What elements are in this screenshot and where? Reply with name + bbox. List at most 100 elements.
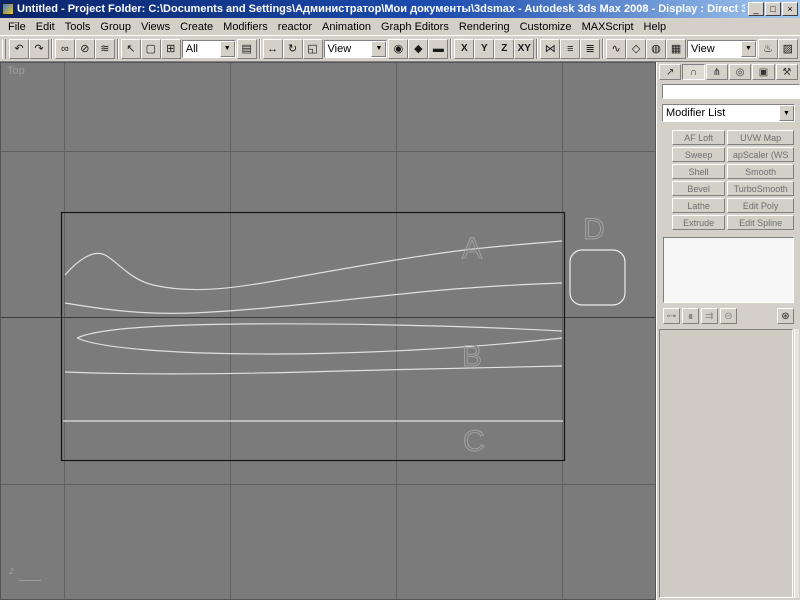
unlink-icon: ⊘: [80, 42, 89, 55]
menu-tools[interactable]: Tools: [60, 20, 96, 34]
viewport-label[interactable]: Top: [7, 65, 25, 77]
viewport-top[interactable]: A B C D Top z: [0, 62, 656, 600]
select-and-move-button[interactable]: ↔: [263, 39, 283, 59]
selection-filter-dropdown[interactable]: All ▼: [182, 40, 236, 58]
material-editor-button[interactable]: ◍: [646, 39, 666, 59]
maximize-button[interactable]: □: [765, 2, 781, 16]
menu-edit[interactable]: Edit: [31, 20, 60, 34]
axis-y-button[interactable]: Y: [474, 39, 494, 59]
main-toolbar: ↶ ↷ ∞ ⊘ ≋ ↖ ▢ ⊞ All ▼ ▤ ↔ ↻ ◱ View ▼ ◉ ◆…: [0, 35, 800, 62]
tab-modify[interactable]: ∩: [682, 64, 704, 80]
3dsmax-window: Untitled - Project Folder: C:\Documents …: [0, 0, 800, 600]
modifier-stack-list[interactable]: [663, 237, 794, 303]
create-tab-icon: ↗: [666, 67, 674, 78]
layers-icon: ≣: [586, 42, 595, 55]
configure-modifier-sets-button[interactable]: ⊛: [777, 308, 794, 324]
tab-create[interactable]: ↗: [659, 64, 681, 80]
axis-z-button[interactable]: Z: [494, 39, 514, 59]
selection-region-button[interactable]: ▢: [141, 39, 161, 59]
object-name-field[interactable]: [662, 84, 800, 99]
curve-editor-button[interactable]: ∿: [606, 39, 626, 59]
menu-file[interactable]: File: [3, 20, 31, 34]
modifier-button-bevel[interactable]: Bevel: [672, 181, 725, 196]
menu-reactor[interactable]: reactor: [273, 20, 317, 34]
unlink-selection-button[interactable]: ⊘: [75, 39, 95, 59]
modifier-button-edit-poly[interactable]: Edit Poly: [727, 198, 794, 213]
motion-tab-icon: ◎: [736, 67, 745, 78]
undo-button[interactable]: ↶: [9, 39, 29, 59]
toolbar-handle[interactable]: [2, 39, 6, 59]
axis-xy-button[interactable]: XY: [514, 39, 534, 59]
menu-rendering[interactable]: Rendering: [454, 20, 515, 34]
schematic-view-button[interactable]: ◇: [626, 39, 646, 59]
render-last-button[interactable]: ▨: [778, 39, 798, 59]
modifier-button-turbosmooth[interactable]: TurboSmooth: [727, 181, 794, 196]
layer-manager-button[interactable]: ≣: [580, 39, 600, 59]
redo-button[interactable]: ↷: [29, 39, 49, 59]
coordinate-system-dropdown[interactable]: View ▼: [324, 40, 388, 58]
modifier-stack-toolbar: ⊶ ∎ ⇉ ⊖ ⊛: [657, 305, 800, 327]
close-button[interactable]: ×: [782, 2, 798, 16]
minimize-button[interactable]: _: [748, 2, 764, 16]
modifier-button-extrude[interactable]: Extrude: [672, 215, 725, 230]
tab-hierarchy[interactable]: ⋔: [706, 64, 728, 80]
tab-utilities[interactable]: ⚒: [776, 64, 798, 80]
select-by-name-icon: ▤: [241, 42, 251, 55]
spline-rounded-square-d: [570, 250, 625, 305]
align-button[interactable]: ≡: [560, 39, 580, 59]
menu-views[interactable]: Views: [136, 20, 175, 34]
remove-modifier-button[interactable]: ⊖: [720, 308, 737, 324]
pin-stack-icon: ⊶: [667, 311, 677, 322]
use-pivot-center-button[interactable]: ◉: [388, 39, 408, 59]
show-end-result-button[interactable]: ∎: [682, 308, 699, 324]
modifier-list-dropdown[interactable]: Modifier List ▼: [662, 104, 795, 122]
modifier-button-sweep[interactable]: Sweep: [672, 147, 725, 162]
command-panel-tabs: ↗ ∩ ⋔ ◎ ▣ ⚒: [657, 62, 800, 81]
render-setup-button[interactable]: ▦: [666, 39, 686, 59]
titlebar: Untitled - Project Folder: C:\Documents …: [0, 0, 800, 18]
menu-maxscript[interactable]: MAXScript: [577, 20, 639, 34]
keyboard-override-button[interactable]: ▬: [428, 39, 448, 59]
modifier-button-set: AF Loft UVW Map Sweep apScaler (WS Shell…: [672, 130, 794, 230]
modifier-button-uvw-map[interactable]: UVW Map: [727, 130, 794, 145]
select-and-scale-button[interactable]: ◱: [303, 39, 323, 59]
tab-display[interactable]: ▣: [752, 64, 774, 80]
mirror-button[interactable]: ⋈: [540, 39, 560, 59]
menu-modifiers[interactable]: Modifiers: [218, 20, 273, 34]
pin-stack-button[interactable]: ⊶: [663, 308, 680, 324]
modify-tab-icon: ∩: [690, 67, 697, 78]
render-type-dropdown[interactable]: View ▼: [687, 40, 757, 58]
select-and-link-button[interactable]: ∞: [55, 39, 75, 59]
select-and-rotate-button[interactable]: ↻: [283, 39, 303, 59]
manipulate-icon: ◆: [414, 42, 422, 55]
menu-customize[interactable]: Customize: [515, 20, 577, 34]
axis-x-button[interactable]: X: [454, 39, 474, 59]
modifier-button-shell[interactable]: Shell: [672, 164, 725, 179]
modifier-list-label: Modifier List: [663, 107, 779, 119]
pivot-center-icon: ◉: [394, 42, 404, 55]
modifier-button-mapscaler[interactable]: apScaler (WS: [727, 147, 794, 162]
select-by-name-button[interactable]: ▤: [237, 39, 257, 59]
menu-animation[interactable]: Animation: [317, 20, 376, 34]
window-crossing-button[interactable]: ⊞: [161, 39, 181, 59]
quick-render-button[interactable]: ♨: [758, 39, 778, 59]
spline-curve-b2: [65, 366, 562, 374]
modifier-button-lathe[interactable]: Lathe: [672, 198, 725, 213]
modifier-button-smooth[interactable]: Smooth: [727, 164, 794, 179]
select-and-manipulate-button[interactable]: ◆: [408, 39, 428, 59]
select-object-button[interactable]: ↖: [121, 39, 141, 59]
chevron-down-icon: ▼: [371, 41, 386, 57]
menu-group[interactable]: Group: [95, 20, 136, 34]
move-icon: ↔: [267, 43, 278, 55]
panel-scrollbar[interactable]: [794, 329, 799, 598]
menu-create[interactable]: Create: [175, 20, 218, 34]
make-unique-button[interactable]: ⇉: [701, 308, 718, 324]
link-icon: ∞: [61, 43, 69, 55]
bind-to-space-warp-button[interactable]: ≋: [95, 39, 115, 59]
modifier-button-af-loft[interactable]: AF Loft: [672, 130, 725, 145]
menu-help[interactable]: Help: [639, 20, 672, 34]
menu-graph-editors[interactable]: Graph Editors: [376, 20, 454, 34]
modifier-button-edit-spline[interactable]: Edit Spline: [727, 215, 794, 230]
render-setup-icon: ▦: [671, 42, 681, 55]
tab-motion[interactable]: ◎: [729, 64, 751, 80]
